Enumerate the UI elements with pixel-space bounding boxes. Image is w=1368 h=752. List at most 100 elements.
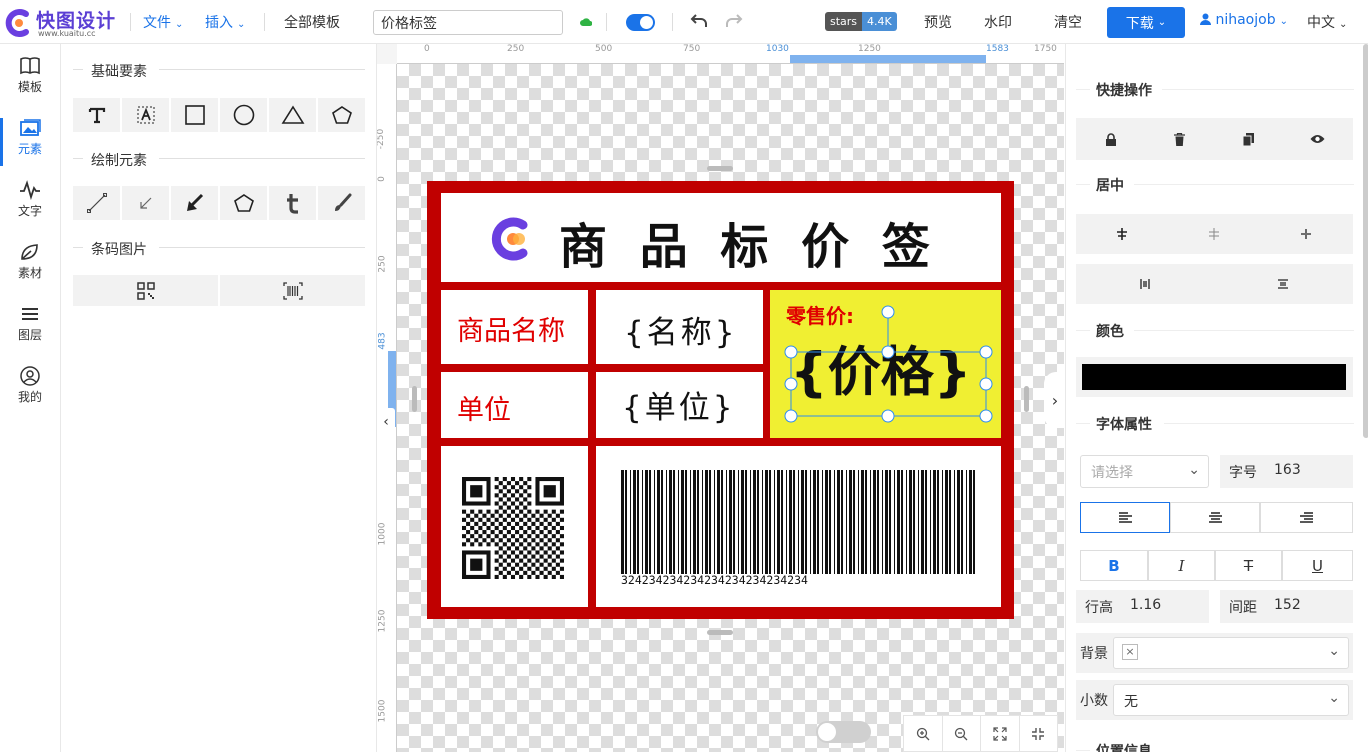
nav-item-layers[interactable]: 图层 [0, 304, 60, 354]
font-family-select[interactable]: 请选择 ⌄ [1080, 455, 1209, 488]
distribute-vertical-button[interactable] [1214, 264, 1352, 304]
qr-module [531, 570, 536, 575]
insert-menu[interactable]: 插入 ⌄ [205, 12, 245, 32]
decimal-select[interactable]: 无 ⌄ [1113, 684, 1349, 716]
background-select[interactable]: × ⌄ [1113, 637, 1349, 669]
preview-button[interactable]: 预览 [924, 12, 952, 32]
barcode-bars[interactable] [621, 470, 979, 574]
qr-module [486, 542, 491, 547]
align-both-button[interactable] [1260, 214, 1352, 254]
text-tool[interactable] [73, 98, 120, 132]
qr-module [486, 517, 491, 522]
polygon-tool[interactable] [318, 98, 365, 132]
rect-tool[interactable] [171, 98, 218, 132]
collapse-left-panel-button[interactable]: ‹ [377, 408, 395, 436]
text-align-left-button[interactable] [1080, 502, 1170, 533]
barcode-bar [765, 470, 768, 574]
brush-tool[interactable] [318, 186, 365, 220]
user-menu[interactable]: nihaojob ⌄ [1200, 12, 1288, 28]
watermark-button[interactable]: 水印 [984, 12, 1012, 32]
line-height-field[interactable]: 行高 1.16 [1076, 590, 1209, 623]
barcode-bar [637, 470, 639, 574]
clear-button[interactable]: 清空 [1054, 12, 1082, 32]
visibility-button[interactable] [1283, 118, 1352, 160]
circle-tool[interactable] [220, 98, 267, 132]
app-logo[interactable]: 快图设计 www.kuaitu.cc [0, 4, 120, 40]
font-size-field[interactable]: 字号 163 [1220, 455, 1353, 488]
italic-button[interactable]: I [1148, 550, 1215, 581]
all-templates-link[interactable]: 全部模板 [284, 12, 340, 32]
barcode-bar [889, 470, 891, 574]
qr-module [498, 546, 503, 551]
qr-module [515, 505, 520, 510]
nav-item-mine[interactable]: 我的 [0, 366, 60, 416]
horizontal-ruler[interactable]: 0 250 500 750 1030 1250 1583 1750 [397, 44, 1064, 64]
qr-module [559, 558, 564, 563]
barcode-tool[interactable] [220, 275, 365, 306]
resize-handle-right[interactable] [1024, 386, 1029, 412]
qr-code[interactable] [462, 477, 564, 579]
draw-polygon-tool[interactable] [220, 186, 267, 220]
triangle-tool[interactable] [269, 98, 316, 132]
qr-module [551, 517, 556, 522]
arrow-tool[interactable] [122, 186, 169, 220]
qr-module [515, 570, 520, 575]
actual-size-button[interactable] [1020, 716, 1058, 751]
qr-module [486, 534, 491, 539]
nav-item-templates[interactable]: 模板 [0, 56, 60, 106]
align-middle-button[interactable] [1168, 214, 1260, 254]
barcode-bar [769, 470, 771, 574]
snap-toggle[interactable] [626, 14, 655, 31]
file-menu[interactable]: 文件 ⌄ [143, 12, 183, 32]
barcode-bar [666, 470, 667, 574]
line-tool[interactable] [73, 186, 120, 220]
barcode-bar [853, 470, 855, 574]
qr-module [490, 513, 495, 518]
letter-spacing-field[interactable]: 间距 152 [1220, 590, 1353, 623]
qr-module [494, 525, 499, 531]
scrollbar-thumb[interactable] [1363, 44, 1368, 438]
resize-handle-bottom[interactable] [707, 630, 733, 635]
resize-handle-top[interactable] [707, 166, 733, 171]
redo-icon[interactable] [725, 13, 743, 29]
distribute-horizontal-button[interactable] [1076, 264, 1214, 304]
language-menu[interactable]: 中文 ⌄ [1307, 12, 1347, 32]
copy-button[interactable] [1214, 118, 1283, 160]
download-button[interactable]: 下载 ⌄ [1107, 7, 1185, 38]
center-title: 居中 [1096, 178, 1124, 194]
strikethrough-button[interactable]: T [1215, 550, 1282, 581]
github-stars-badge[interactable]: stars 4.4K [825, 12, 897, 31]
qr-module [523, 546, 528, 551]
text-align-right-button[interactable] [1260, 502, 1353, 533]
nav-item-materials[interactable]: 素材 [0, 242, 60, 292]
qr-module [515, 513, 520, 518]
bold-button[interactable]: B [1080, 550, 1148, 581]
barcode-bar [901, 470, 903, 574]
align-center-button[interactable] [1076, 214, 1168, 254]
filename-input[interactable] [373, 10, 563, 35]
color-swatch[interactable] [1082, 364, 1346, 390]
cloud-icon[interactable] [580, 17, 592, 27]
zoom-in-button[interactable] [904, 716, 943, 751]
delete-button[interactable] [1145, 118, 1214, 160]
grid-toggle[interactable] [816, 721, 871, 743]
qr-module [502, 501, 507, 506]
nav-item-elements[interactable]: 元素 [0, 118, 60, 168]
fit-screen-button[interactable] [981, 716, 1020, 751]
divider [159, 69, 365, 70]
thick-arrow-tool[interactable] [171, 186, 218, 220]
text-align-center-button[interactable] [1170, 502, 1260, 533]
text-path-tool[interactable] [269, 186, 316, 220]
underline-button[interactable]: U [1282, 550, 1353, 581]
qrcode-tool[interactable] [73, 275, 218, 306]
collapse-right-panel-button[interactable]: › [1044, 372, 1066, 428]
zoom-out-button[interactable] [943, 716, 981, 751]
textbox-tool[interactable] [122, 98, 169, 132]
qr-module [523, 570, 528, 575]
nav-item-text[interactable]: 文字 [0, 180, 60, 230]
resize-handle-left[interactable] [412, 386, 417, 412]
qr-module [494, 558, 499, 563]
selection-box[interactable] [782, 304, 994, 428]
lock-button[interactable] [1076, 118, 1145, 160]
undo-icon[interactable] [690, 13, 708, 29]
